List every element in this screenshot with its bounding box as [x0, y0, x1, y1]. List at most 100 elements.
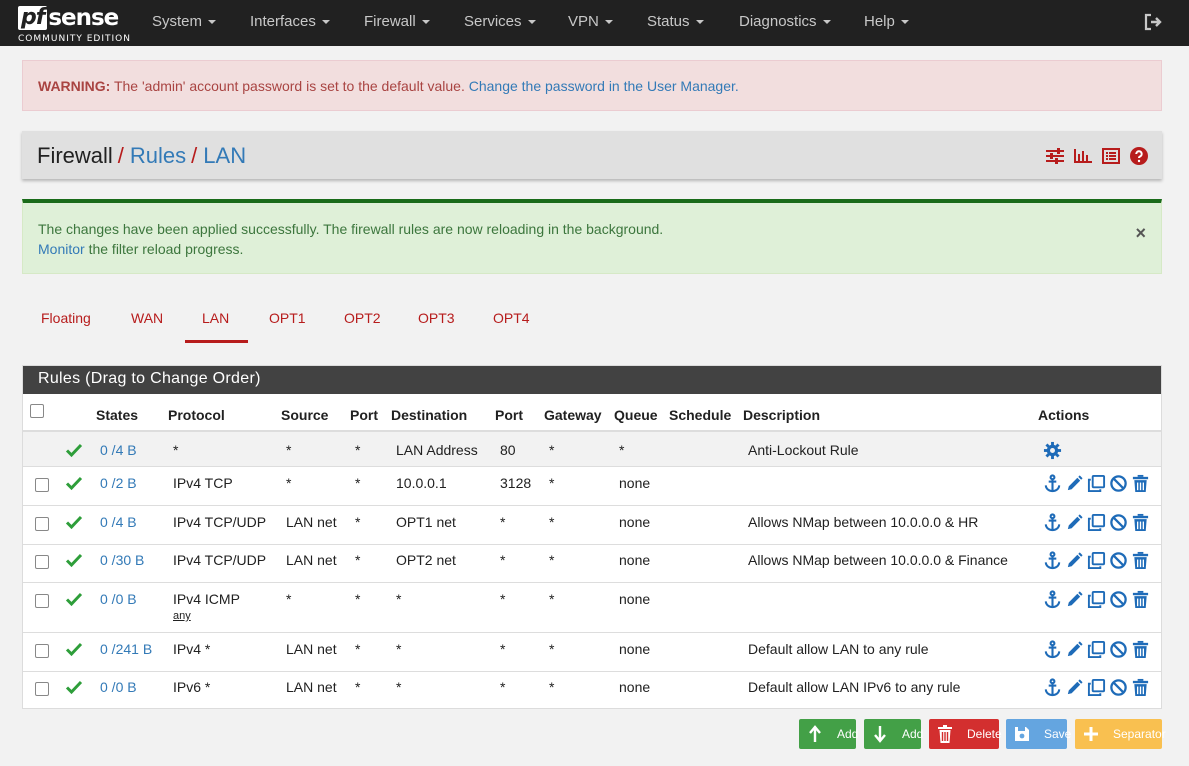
add-top-button[interactable]: Add — [799, 719, 858, 749]
logout-icon[interactable] — [1144, 13, 1162, 31]
anchor-icon[interactable] — [1043, 513, 1062, 532]
table-row[interactable]: 0 /0 B IPv6 * LAN net * * * * none Default allow… — [23, 671, 1161, 709]
nav-services-label: Services — [464, 13, 522, 30]
rule-states[interactable]: 0 /241 B — [100, 641, 152, 657]
copy-icon[interactable] — [1087, 513, 1106, 532]
pencil-icon[interactable] — [1065, 590, 1084, 609]
ban-icon[interactable] — [1109, 590, 1128, 609]
table-row[interactable]: 0 /2 B IPv4 TCP * * 10.0.0.1 3128 * none — [23, 466, 1161, 505]
ban-icon[interactable] — [1109, 551, 1128, 570]
rule-destination: OPT2 net — [396, 552, 456, 568]
table-row[interactable]: 0 /0 B IPv4 ICMP * * * * * none any — [23, 582, 1161, 632]
rule-states[interactable]: 0 /0 B — [100, 679, 137, 695]
breadcrumb-rules[interactable]: Rules — [130, 143, 186, 168]
row-checkbox[interactable] — [35, 644, 49, 658]
tab-opt4[interactable]: OPT4 — [493, 310, 530, 326]
row-checkbox[interactable] — [35, 517, 49, 531]
select-all-checkbox[interactable] — [30, 404, 44, 418]
nav-firewall[interactable]: Firewall — [364, 13, 430, 30]
copy-icon[interactable] — [1087, 678, 1106, 697]
anchor-icon[interactable] — [1043, 474, 1062, 493]
bar-chart-icon[interactable] — [1074, 147, 1092, 165]
separator-button[interactable]: Separator — [1075, 719, 1166, 749]
save-button[interactable]: Save — [1006, 719, 1071, 749]
ban-icon[interactable] — [1109, 678, 1128, 697]
copy-icon[interactable] — [1087, 551, 1106, 570]
caret-down-icon — [527, 20, 536, 25]
rule-protocol: IPv4 TCP — [173, 475, 233, 491]
rule-states[interactable]: 0 /2 B — [100, 475, 137, 491]
table-row[interactable]: 0 /4 B * * * LAN Address 80 * * Anti-Lockout Rul… — [23, 430, 1161, 466]
save-label: Save — [1044, 727, 1072, 741]
rule-destination: * — [396, 679, 402, 695]
row-checkbox[interactable] — [35, 594, 49, 608]
pencil-icon[interactable] — [1065, 678, 1084, 697]
list-icon[interactable] — [1102, 147, 1120, 165]
table-row[interactable]: 0 /241 B IPv4 * LAN net * * * * none Default all… — [23, 632, 1161, 671]
pencil-icon[interactable] — [1065, 513, 1084, 532]
nav-interfaces[interactable]: Interfaces — [250, 13, 330, 30]
nav-diagnostics[interactable]: Diagnostics — [739, 13, 831, 30]
add-bottom-button[interactable]: Add — [864, 719, 923, 749]
tab-lan[interactable]: LAN — [202, 310, 229, 326]
trash-icon[interactable] — [1131, 678, 1150, 697]
nav-status[interactable]: Status — [647, 13, 704, 30]
rule-source-port: * — [355, 442, 361, 458]
trash-icon[interactable] — [1131, 590, 1150, 609]
ban-icon[interactable] — [1109, 513, 1128, 532]
pencil-icon[interactable] — [1065, 640, 1084, 659]
warning-text: The 'admin' account password is set to t… — [113, 78, 465, 94]
row-checkbox[interactable] — [35, 478, 49, 492]
monitor-link[interactable]: Monitor — [38, 241, 85, 257]
copy-icon[interactable] — [1087, 474, 1106, 493]
sliders-icon[interactable] — [1046, 147, 1064, 165]
table-row[interactable]: 0 /4 B IPv4 TCP/UDP LAN net * OPT1 net * * none… — [23, 505, 1161, 544]
anchor-icon[interactable] — [1043, 590, 1062, 609]
tab-opt1[interactable]: OPT1 — [269, 310, 306, 326]
col-actions: Actions — [1038, 407, 1090, 423]
anchor-icon[interactable] — [1043, 678, 1062, 697]
trash-icon[interactable] — [1131, 551, 1150, 570]
nav-vpn[interactable]: VPN — [568, 13, 613, 30]
nav-services[interactable]: Services — [464, 13, 536, 30]
copy-icon[interactable] — [1087, 590, 1106, 609]
logo-subtitle: COMMUNITY EDITION — [18, 34, 131, 44]
close-icon[interactable]: × — [1135, 223, 1146, 243]
trash-icon[interactable] — [1131, 513, 1150, 532]
delete-button[interactable]: Delete — [929, 719, 1002, 749]
pfsense-logo[interactable]: pf sense COMMUNITY EDITION — [18, 5, 130, 44]
copy-icon[interactable] — [1087, 640, 1106, 659]
change-password-link[interactable]: Change the password in the User Manager. — [469, 78, 739, 94]
tab-opt3[interactable]: OPT3 — [418, 310, 455, 326]
rule-dest-port: * — [500, 641, 506, 657]
row-checkbox[interactable] — [35, 555, 49, 569]
row-checkbox[interactable] — [35, 682, 49, 696]
rule-states[interactable]: 0 /4 B — [100, 514, 137, 530]
ban-icon[interactable] — [1109, 474, 1128, 493]
rule-states[interactable]: 0 /30 B — [100, 552, 144, 568]
trash-icon[interactable] — [1131, 640, 1150, 659]
gear-icon[interactable] — [1043, 441, 1062, 460]
anchor-icon[interactable] — [1043, 640, 1062, 659]
pencil-icon[interactable] — [1065, 474, 1084, 493]
tab-floating[interactable]: Floating — [41, 310, 91, 326]
rule-gateway: * — [549, 641, 555, 657]
nav-help[interactable]: Help — [864, 13, 909, 30]
help-icon[interactable] — [1130, 147, 1148, 165]
rule-states[interactable]: 0 /4 B — [100, 442, 137, 458]
rule-source-port: * — [355, 475, 361, 491]
table-row[interactable]: 0 /30 B IPv4 TCP/UDP LAN net * OPT2 net * * non… — [23, 544, 1161, 582]
breadcrumb-lan[interactable]: LAN — [203, 143, 246, 168]
rule-icmp-type[interactable]: any — [173, 610, 191, 622]
pencil-icon[interactable] — [1065, 551, 1084, 570]
save-icon — [1014, 725, 1030, 743]
tab-wan[interactable]: WAN — [131, 310, 163, 326]
caret-down-icon — [822, 20, 831, 25]
trash-icon[interactable] — [1131, 474, 1150, 493]
anchor-icon[interactable] — [1043, 551, 1062, 570]
nav-system[interactable]: System — [152, 13, 217, 30]
tab-opt2[interactable]: OPT2 — [344, 310, 381, 326]
rule-protocol: IPv4 TCP/UDP — [173, 552, 267, 568]
rule-states[interactable]: 0 /0 B — [100, 591, 137, 607]
ban-icon[interactable] — [1109, 640, 1128, 659]
